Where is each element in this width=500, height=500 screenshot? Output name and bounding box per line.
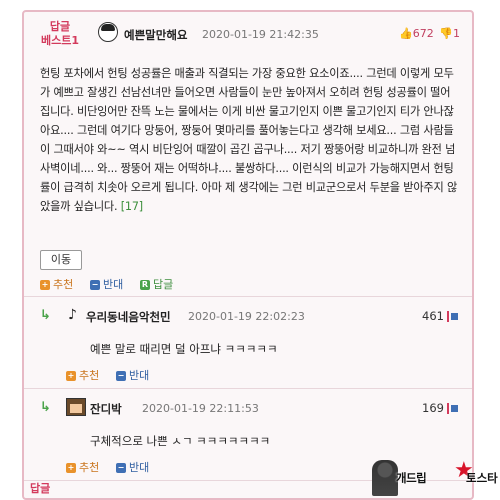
- best-comment-panel: 답글 베스트1 예쁜말만해요 2020-01-19 21:42:35 👍672 …: [22, 10, 474, 500]
- best-label-line1: 답글: [49, 20, 71, 33]
- plus-icon: +: [66, 463, 76, 473]
- reply-author[interactable]: 우리동네음악천민: [86, 309, 171, 325]
- upvote-button[interactable]: + 추천: [40, 278, 73, 292]
- up-count: 672: [412, 27, 434, 40]
- reply-date: 2020-01-19 22:02:23: [188, 310, 305, 323]
- reply-item: ↳ ♪ 우리동네음악천민 2020-01-19 22:02:23 461 예쁜 …: [24, 296, 472, 388]
- reply-upvote-button[interactable]: + 추천: [66, 369, 99, 383]
- small-square-icon: [451, 405, 458, 412]
- downvote-button[interactable]: − 반대: [90, 278, 123, 292]
- vote-counts: 👍672 👎1: [399, 27, 460, 40]
- downvote-label: 반대: [129, 461, 150, 474]
- upvote-label: 추천: [53, 278, 74, 291]
- reply-button[interactable]: R 답글: [140, 278, 173, 292]
- reply-text: 예쁜 말로 때리면 덜 아프냐 ㅋㅋㅋㅋㅋ: [90, 342, 278, 356]
- reply-count-value: 461: [422, 309, 444, 323]
- count-marker-icon: [447, 403, 449, 414]
- small-square-icon: [451, 313, 458, 320]
- reference-link[interactable]: [17]: [121, 200, 143, 213]
- reply-text: 구체적으로 나쁜 ㅅㄱ ㅋㅋㅋㅋㅋㅋㅋ: [90, 434, 271, 448]
- comment-body: 헌팅 포차에서 헌팅 성공률은 매출과 직결되는 가장 중요한 요소이죠....…: [40, 64, 458, 216]
- comment-date: 2020-01-19 21:42:35: [202, 28, 319, 41]
- reply-author[interactable]: 잔디박: [90, 401, 122, 417]
- avatar: [98, 22, 118, 42]
- plus-icon: +: [66, 371, 76, 381]
- watermark-text-2: 토스타: [466, 471, 498, 485]
- reply-upvote-button[interactable]: + 추천: [66, 461, 99, 475]
- downvote-label: 반대: [129, 369, 150, 382]
- plus-icon: +: [40, 280, 50, 290]
- down-count: 1: [453, 27, 460, 40]
- minus-icon: −: [116, 371, 126, 381]
- upvote-label: 추천: [79, 369, 100, 382]
- minus-icon: −: [116, 463, 126, 473]
- minus-icon: −: [90, 280, 100, 290]
- comment-text: 헌팅 포차에서 헌팅 성공률은 매출과 직결되는 가장 중요한 요소이죠....…: [40, 67, 458, 213]
- music-note-icon: ♪: [68, 307, 77, 323]
- reply-vote-count: 461: [422, 309, 458, 323]
- thumbs-up-icon: 👍: [399, 27, 413, 40]
- best-reply-badge: 답글 베스트1: [38, 20, 82, 48]
- best-label-line2: 베스트1: [40, 34, 79, 47]
- next-reply-label: 답글: [30, 482, 51, 495]
- reply-label: 답글: [153, 278, 174, 291]
- soldier-logo-icon: [372, 460, 398, 496]
- move-button[interactable]: 이동: [40, 250, 82, 270]
- reply-r-icon: R: [140, 280, 150, 290]
- upvote-label: 추천: [79, 461, 100, 474]
- reply-arrow-icon: ↳: [40, 400, 51, 415]
- best-comment-header: 답글 베스트1 예쁜말만해요 2020-01-19 21:42:35 👍672 …: [24, 12, 472, 58]
- pixel-character-avatar: [66, 398, 86, 416]
- reply-count-value: 169: [422, 401, 444, 415]
- site-watermark: 개드립 ★ 토스타: [372, 458, 498, 498]
- comment-author[interactable]: 예쁜말만해요: [124, 27, 187, 43]
- thumbs-down-icon: 👎: [439, 27, 453, 40]
- reply-date: 2020-01-19 22:11:53: [142, 402, 259, 415]
- downvote-label: 반대: [103, 278, 124, 291]
- reply-arrow-icon: ↳: [40, 308, 51, 323]
- reply-downvote-button[interactable]: − 반대: [116, 369, 149, 383]
- reply-vote-count: 169: [422, 401, 458, 415]
- watermark-text: 개드립: [396, 471, 427, 485]
- count-marker-icon: [447, 311, 449, 322]
- reply-downvote-button[interactable]: − 반대: [116, 461, 149, 475]
